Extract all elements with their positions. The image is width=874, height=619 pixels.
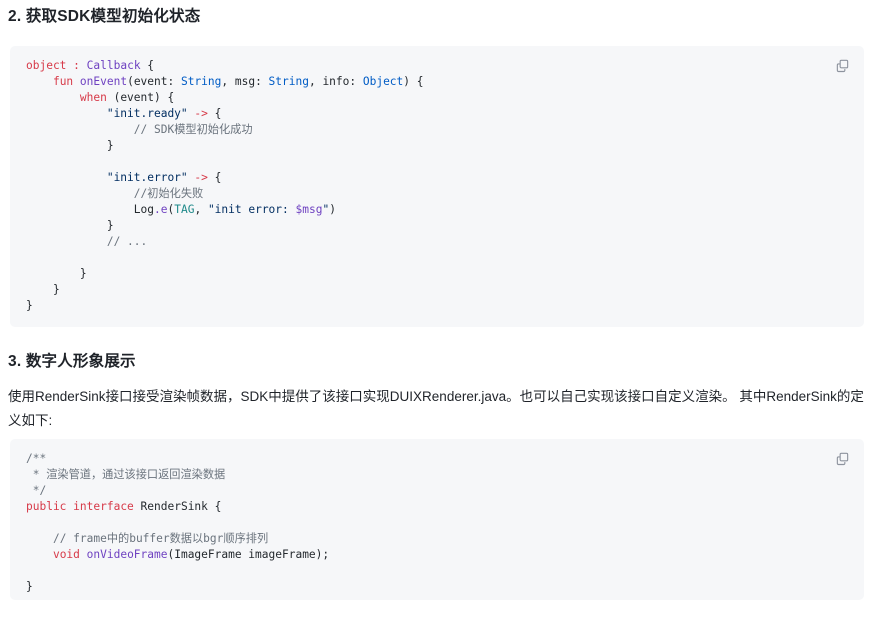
code-token: object — [26, 59, 67, 72]
section-paragraph-rendersink: 使用RenderSink接口接受渲染帧数据，SDK中提供了该接口实现DUIXRe… — [8, 389, 864, 428]
code-token: -> — [194, 107, 208, 120]
code-token: when — [79, 91, 107, 104]
code-token: (event) { — [106, 91, 175, 104]
section-heading-digital-human-display: 3. 数字人形象展示 — [8, 353, 136, 370]
code-token: String — [268, 75, 309, 88]
code-token: { — [207, 171, 222, 184]
code-token: "init.ready" — [106, 107, 188, 120]
code-token: TAG — [174, 203, 195, 216]
code-token: public — [26, 500, 67, 513]
code-token: , — [194, 203, 208, 216]
code-token: * 渲染管道，通过该接口返回渲染数据 — [26, 468, 226, 481]
code-token: // ... — [106, 235, 148, 248]
code-token: } — [26, 580, 33, 593]
code-token: ) { — [403, 75, 424, 88]
code-token: /** — [26, 452, 47, 465]
code-token: } — [26, 283, 60, 296]
code-token: ) — [329, 203, 336, 216]
code-token: onVideoFrame — [86, 548, 168, 561]
code-token: "init.error" — [106, 171, 188, 184]
code-token: String — [180, 75, 222, 88]
code-token: RenderSink — [140, 500, 208, 513]
code-token: "init error: — [207, 203, 296, 216]
code-content-2[interactable]: /** * 渲染管道，通过该接口返回渲染数据 */ public interfa… — [10, 439, 864, 600]
code-token: .e — [154, 203, 168, 216]
code-token: Log — [133, 203, 154, 216]
code-block-kotlin-callback: object : Callback { fun onEvent(event: S… — [10, 46, 864, 327]
code-token: interface — [73, 500, 134, 513]
section-heading-sdk-init-status: 2. 获取SDK模型初始化状态 — [8, 8, 201, 25]
code-token: { — [207, 500, 222, 513]
code-token: : — [73, 59, 80, 72]
code-token: } — [26, 267, 87, 280]
code-token: { — [207, 107, 222, 120]
code-token: , msg: — [221, 75, 269, 88]
code-block-java-rendersink: /** * 渲染管道，通过该接口返回渲染数据 */ public interfa… — [10, 439, 864, 600]
code-token: (event: — [127, 75, 181, 88]
code-token: { — [140, 59, 155, 72]
code-token: $msg — [295, 203, 323, 216]
code-token: } — [26, 299, 33, 312]
code-token: onEvent — [79, 75, 128, 88]
code-token: fun — [52, 75, 74, 88]
code-token: // frame中的buffer数据以bgr顺序排列 — [52, 532, 269, 545]
code-token: , info: — [308, 75, 363, 88]
copy-icon[interactable] — [832, 55, 852, 75]
code-token: */ — [26, 484, 47, 497]
code-token: void — [52, 548, 80, 561]
code-token: Object — [362, 75, 404, 88]
code-token: Callback — [86, 59, 141, 72]
code-token: (ImageFrame imageFrame); — [167, 548, 330, 561]
code-token: -> — [194, 171, 208, 184]
code-token: } — [26, 139, 114, 152]
document-page: 2. 获取SDK模型初始化状态 object : Callback { fun … — [0, 0, 874, 619]
code-content-1[interactable]: object : Callback { fun onEvent(event: S… — [10, 46, 864, 324]
copy-icon[interactable] — [832, 448, 852, 468]
code-token: //初始化失败 — [133, 187, 204, 200]
code-token: } — [26, 219, 114, 232]
code-token: // SDK模型初始化成功 — [133, 123, 253, 136]
